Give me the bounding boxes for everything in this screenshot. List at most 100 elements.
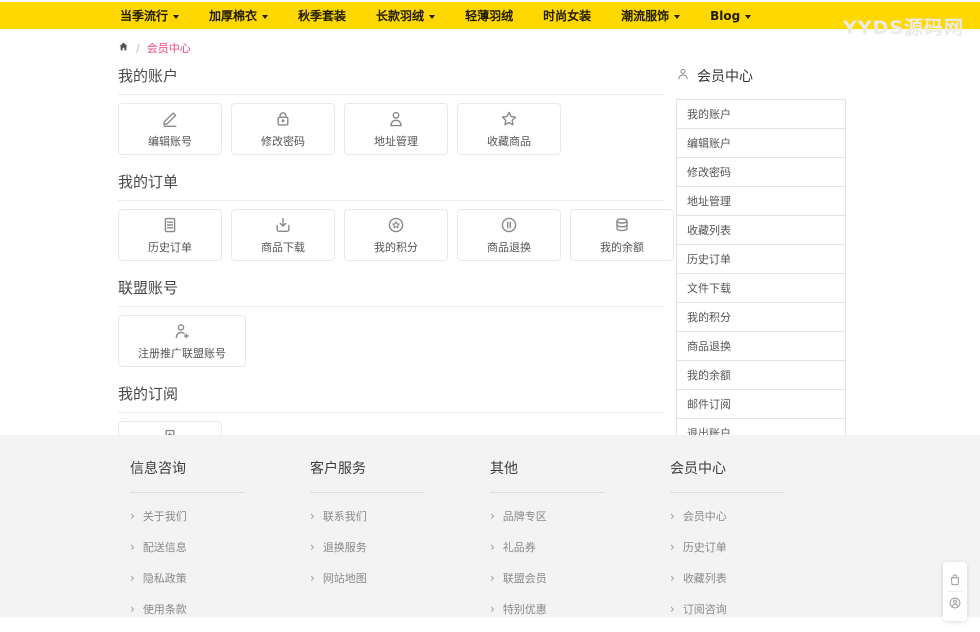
sidebar-item-edit-account[interactable]: 编辑账户	[677, 129, 845, 158]
card-address-management[interactable]: 地址管理	[344, 103, 448, 155]
section-title-my-subscription: 我的订阅	[118, 383, 664, 413]
sidebar-item-my-points[interactable]: 我的积分	[677, 303, 845, 332]
person-plus-icon	[172, 321, 192, 341]
bag-icon[interactable]	[948, 569, 962, 591]
card-label: 商品退换	[487, 239, 531, 255]
card-order-history[interactable]: 历史订单	[118, 209, 222, 261]
sidebar-item-order-history[interactable]: 历史订单	[677, 245, 845, 274]
lock-icon	[273, 109, 293, 129]
chevron-right-icon: ›	[670, 510, 675, 522]
footer-link-gift-voucher[interactable]: ›礼品券	[490, 539, 670, 555]
footer-link-special-offers[interactable]: ›特别优惠	[490, 601, 670, 617]
breadcrumb-current[interactable]: 会员中心	[147, 40, 191, 56]
footer-link-sitemap[interactable]: › 网站地图	[310, 570, 490, 586]
footer-column-title: 客户服务	[310, 458, 490, 478]
account-icon[interactable]	[948, 592, 962, 614]
chevron-down-icon	[262, 15, 268, 19]
card-product-return[interactable]: 商品退换	[457, 209, 561, 261]
footer-column-member-center: 会员中心 ›会员中心 › 历史订单 › 收藏列表 ›订阅咨询	[670, 435, 850, 632]
card-row-my-orders: 历史订单 商品下载 我的积分 商品退换 我的余额	[118, 209, 664, 261]
sidebar-item-product-return[interactable]: 商品退换	[677, 332, 845, 361]
main-column: 我的账户 编辑账号 修改密码 地址管理 收藏商品	[118, 65, 664, 473]
card-label: 注册推广联盟账号	[138, 345, 226, 361]
nav-item-blog[interactable]: Blog	[710, 9, 751, 23]
member-icon	[676, 67, 690, 85]
sidebar-item-my-account[interactable]: 我的账户	[677, 100, 845, 129]
footer-link-affiliate-member[interactable]: ›联盟会员	[490, 570, 670, 586]
card-change-password[interactable]: 修改密码	[231, 103, 335, 155]
order-list-icon	[160, 215, 180, 235]
chevron-right-icon: ›	[310, 572, 315, 584]
footer-link-label: 网站地图	[323, 570, 367, 586]
footer-column-service: 客户服务 ›联系我们 ›退换服务 › 网站地图	[310, 435, 490, 632]
card-product-download[interactable]: 商品下载	[231, 209, 335, 261]
breadcrumb: / 会员中心	[118, 29, 862, 56]
footer: 信息咨询 ›关于我们 ›配送信息 ›隐私政策 ›使用条款 客户服务 ›联系我们 …	[0, 435, 980, 617]
nav-item-season-trend[interactable]: 当季流行	[120, 7, 179, 24]
nav-item-thick-coat[interactable]: 加厚棉衣	[209, 7, 268, 24]
footer-link-contact-us[interactable]: ›联系我们	[310, 508, 490, 524]
sidebar-item-address-management[interactable]: 地址管理	[677, 187, 845, 216]
nav-item-label: 当季流行	[120, 7, 168, 24]
footer-link-shipping-info[interactable]: ›配送信息	[130, 539, 310, 555]
chevron-right-icon: ›	[130, 603, 135, 615]
footer-link-label: 使用条款	[143, 601, 187, 617]
home-icon[interactable]	[118, 41, 129, 55]
chevron-right-icon: ›	[490, 572, 495, 584]
divider	[490, 492, 605, 493]
nav-item-trendy-apparel[interactable]: 潮流服饰	[621, 7, 680, 24]
chevron-down-icon	[674, 15, 680, 19]
pencil-icon	[160, 109, 180, 129]
card-label: 历史订单	[148, 239, 192, 255]
chevron-right-icon: ›	[670, 541, 675, 553]
page-content: / 会员中心 我的账户 编辑账号 修改密码 地址管理	[118, 29, 862, 473]
nav-item-fashion-women[interactable]: 时尚女装	[543, 7, 591, 24]
nav-item-long-down[interactable]: 长款羽绒	[376, 7, 435, 24]
sidebar-item-file-download[interactable]: 文件下载	[677, 274, 845, 303]
footer-link-privacy-policy[interactable]: ›隐私政策	[130, 570, 310, 586]
nav-item-label: 轻薄羽绒	[465, 7, 513, 24]
footer-column-title: 其他	[490, 458, 670, 478]
card-label: 我的余额	[600, 239, 644, 255]
chevron-right-icon: ›	[670, 572, 675, 584]
footer-link-label: 历史订单	[683, 539, 727, 555]
section-title-my-account: 我的账户	[118, 65, 664, 95]
footer-column-other: 其他 ›品牌专区 ›礼品券 ›联盟会员 ›特别优惠	[490, 435, 670, 632]
divider	[670, 492, 785, 493]
sidebar-title-label: 会员中心	[697, 66, 753, 86]
footer-link-brand-zone[interactable]: ›品牌专区	[490, 508, 670, 524]
footer-link-label: 品牌专区	[503, 508, 547, 524]
chevron-right-icon: ›	[130, 510, 135, 522]
card-my-points[interactable]: 我的积分	[344, 209, 448, 261]
footer-link-label: 礼品券	[503, 539, 536, 555]
nav-item-autumn-suit[interactable]: 秋季套装	[298, 7, 346, 24]
card-my-balance[interactable]: 我的余额	[570, 209, 674, 261]
footer-link-wishlist[interactable]: › 收藏列表	[670, 570, 850, 586]
sidebar-item-wishlist[interactable]: 收藏列表	[677, 216, 845, 245]
chevron-right-icon: ›	[310, 510, 315, 522]
footer-link-subscription-inquiry[interactable]: ›订阅咨询	[670, 601, 850, 617]
footer-link-terms-of-use[interactable]: › 使用条款	[130, 601, 310, 617]
nav-item-label: Blog	[710, 9, 740, 23]
floating-quick-panel	[943, 562, 967, 621]
footer-column-title: 会员中心	[670, 458, 850, 478]
footer-column-info: 信息咨询 ›关于我们 ›配送信息 ›隐私政策 › 使用条款	[130, 435, 310, 632]
sidebar-item-email-subscription[interactable]: 邮件订阅	[677, 390, 845, 419]
chevron-down-icon	[173, 15, 179, 19]
footer-link-about-us[interactable]: ›关于我们	[130, 508, 310, 524]
card-register-affiliate[interactable]: 注册推广联盟账号	[118, 315, 246, 367]
footer-link-label: 收藏列表	[683, 570, 727, 586]
download-icon	[273, 215, 293, 235]
footer-link-return-service[interactable]: ›退换服务	[310, 539, 490, 555]
card-edit-account[interactable]: 编辑账号	[118, 103, 222, 155]
divider	[130, 492, 245, 493]
footer-link-member-center[interactable]: ›会员中心	[670, 508, 850, 524]
nav-item-light-down[interactable]: 轻薄羽绒	[465, 7, 513, 24]
chevron-down-icon	[745, 15, 751, 19]
footer-column-title: 信息咨询	[130, 458, 310, 478]
card-favorite-products[interactable]: 收藏商品	[457, 103, 561, 155]
sidebar-item-change-password[interactable]: 修改密码	[677, 158, 845, 187]
card-label: 商品下载	[261, 239, 305, 255]
footer-link-order-history[interactable]: › 历史订单	[670, 539, 850, 555]
sidebar-item-my-balance[interactable]: 我的余额	[677, 361, 845, 390]
